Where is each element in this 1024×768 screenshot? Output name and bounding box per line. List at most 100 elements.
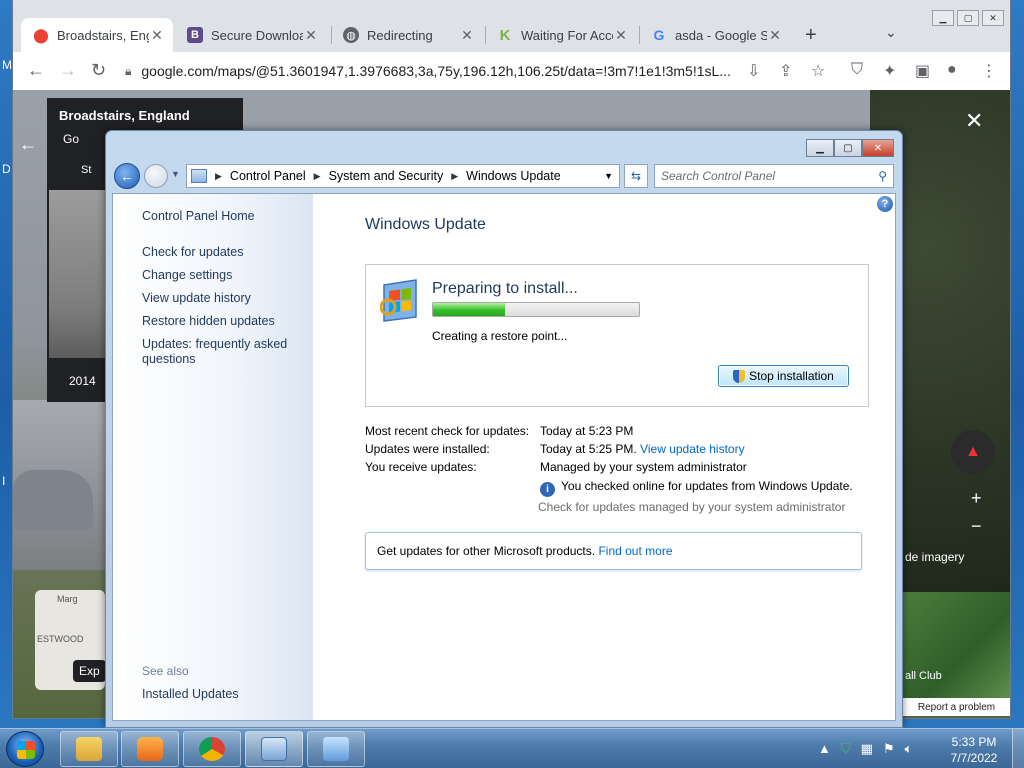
- tab-redirecting[interactable]: ◍ Redirecting ✕: [331, 18, 483, 52]
- breadcrumb[interactable]: ▶ Control Panel ▶ System and Security ▶ …: [186, 164, 620, 188]
- security-shield-icon[interactable]: ⛉: [841, 741, 851, 757]
- breadcrumb-item[interactable]: Windows Update: [466, 169, 561, 183]
- report-problem-link[interactable]: Report a problem: [903, 698, 1010, 716]
- chevron-right-icon[interactable]: ▶: [215, 171, 222, 182]
- windows-update-icon: [380, 279, 417, 322]
- show-desktop-button[interactable]: [1012, 729, 1024, 768]
- taskbar-media-player[interactable]: [121, 731, 179, 767]
- zoom-in-icon[interactable]: +: [971, 488, 982, 509]
- reload-icon[interactable]: ↻: [91, 60, 106, 81]
- timeline-year: 2014: [69, 374, 96, 388]
- stop-installation-button[interactable]: Stop installation: [718, 365, 849, 387]
- tab-secure-download[interactable]: B Secure Downloa ✕: [175, 18, 327, 52]
- close-tab-icon[interactable]: ✕: [149, 27, 165, 44]
- forward-arrow-icon[interactable]: →: [59, 60, 77, 81]
- chevron-down-icon[interactable]: ▼: [604, 171, 613, 181]
- tab-title: asda - Google Se: [675, 27, 767, 43]
- action-center-flag-icon[interactable]: ⚑: [883, 741, 895, 757]
- chevron-up-icon[interactable]: ▲: [818, 741, 831, 757]
- imagery-toggle[interactable]: de imagery: [905, 550, 964, 564]
- back-arrow-icon[interactable]: ←: [27, 60, 45, 81]
- forward-arrow-icon[interactable]: [144, 164, 168, 188]
- close-tab-icon[interactable]: ✕: [613, 27, 629, 44]
- get-updates-banner: Get updates for other Microsoft products…: [365, 532, 862, 570]
- view-update-history-link[interactable]: View update history: [142, 291, 251, 306]
- minimize-icon[interactable]: ▁: [806, 139, 834, 157]
- back-arrow-icon[interactable]: ←: [19, 134, 37, 155]
- shield-extension-icon[interactable]: ⛉: [851, 61, 863, 79]
- close-icon[interactable]: ✕: [965, 108, 983, 134]
- map-label: Marg: [57, 594, 78, 604]
- info-label: Most recent check for updates:: [365, 424, 530, 438]
- check-for-updates-link[interactable]: Check for updates: [142, 245, 243, 260]
- aerial-thumbnail[interactable]: all Club: [903, 592, 1010, 698]
- faq-link[interactable]: Updates: frequently asked questions: [142, 337, 292, 367]
- map-label: ESTWOOD: [37, 634, 84, 644]
- recent-pages-icon[interactable]: ▼: [171, 169, 180, 179]
- installed-time: Today at 5:25 PM.: [540, 442, 637, 456]
- new-tab-icon[interactable]: +: [805, 24, 817, 47]
- control-panel-home-link[interactable]: Control Panel Home: [142, 209, 255, 224]
- start-button[interactable]: [6, 731, 44, 767]
- taskbar-explorer[interactable]: [60, 731, 118, 767]
- close-tab-icon[interactable]: ✕: [767, 27, 783, 44]
- close-icon[interactable]: ✕: [982, 10, 1004, 26]
- expand-map-button[interactable]: Exp: [73, 660, 106, 682]
- online-note: i You checked online for updates from Win…: [540, 479, 853, 497]
- tab-waiting[interactable]: K Waiting For Acce ✕: [485, 18, 637, 52]
- kebab-menu-icon[interactable]: ⋮: [981, 61, 997, 81]
- profile-avatar-icon[interactable]: ●: [947, 61, 957, 79]
- taskbar-chrome[interactable]: [183, 731, 241, 767]
- taskbar-control-panel[interactable]: [245, 731, 303, 767]
- maximize-icon[interactable]: ▢: [834, 139, 862, 157]
- chevron-right-icon[interactable]: ▶: [314, 171, 321, 182]
- address-bar[interactable]: 🔒︎ google.com/maps/@51.3601947,1.3976683…: [125, 56, 765, 86]
- back-arrow-icon[interactable]: ←: [114, 163, 140, 189]
- chevron-right-icon[interactable]: ▶: [451, 171, 458, 182]
- installed-updates-link[interactable]: Installed Updates: [142, 687, 239, 702]
- desktop-icon-label: M: [2, 58, 12, 72]
- restore-hidden-updates-link[interactable]: Restore hidden updates: [142, 314, 275, 329]
- volume-icon[interactable]: 🔈︎: [905, 741, 913, 757]
- tab-maps[interactable]: ⬤ Broadstairs, Engl ✕: [21, 18, 173, 52]
- tab-asda-search[interactable]: G asda - Google Se ✕: [639, 18, 791, 52]
- place-title: Broadstairs, England: [59, 108, 190, 123]
- chevron-down-icon[interactable]: ⌄: [885, 24, 897, 41]
- chrome-icon: [199, 737, 225, 761]
- info-label: Updates were installed:: [365, 442, 490, 456]
- search-icon[interactable]: ⚲: [878, 169, 887, 183]
- extensions-icon[interactable]: ✦: [883, 61, 896, 81]
- view-update-history-link[interactable]: View update history: [640, 442, 745, 456]
- change-settings-link[interactable]: Change settings: [142, 268, 232, 283]
- tab-title: Secure Downloa: [211, 27, 303, 43]
- zoom-out-icon[interactable]: −: [971, 516, 982, 537]
- info-value: Today at 5:23 PM: [540, 424, 634, 438]
- taskbar-windows-update[interactable]: [307, 731, 365, 767]
- clock[interactable]: 5:33 PM 7/7/2022: [946, 734, 1002, 766]
- network-icon[interactable]: ▦: [861, 741, 873, 757]
- minimize-icon[interactable]: ▁: [932, 10, 954, 26]
- breadcrumb-item[interactable]: Control Panel: [230, 169, 306, 183]
- page-title: Windows Update: [365, 216, 486, 233]
- windows-logo-icon: [17, 741, 35, 759]
- close-tab-icon[interactable]: ✕: [459, 27, 475, 44]
- find-out-more-link[interactable]: Find out more: [598, 544, 672, 558]
- search-input[interactable]: Search Control Panel ⚲: [654, 164, 894, 188]
- maximize-icon[interactable]: ▢: [957, 10, 979, 26]
- tab-strip: ⬤ Broadstairs, Engl ✕ B Secure Downloa ✕…: [13, 0, 1010, 52]
- bookmark-star-icon[interactable]: ☆: [811, 61, 825, 81]
- refresh-icon[interactable]: ⇆: [624, 164, 648, 188]
- tab-title: Waiting For Acce: [521, 27, 613, 43]
- close-icon[interactable]: ✕: [862, 139, 894, 157]
- close-tab-icon[interactable]: ✕: [303, 27, 319, 44]
- media-player-icon: [137, 737, 163, 761]
- help-icon[interactable]: ?: [877, 196, 893, 212]
- tab-title: Broadstairs, Engl: [57, 27, 149, 43]
- main-pane: ? Windows Update Preparing to install...…: [313, 194, 897, 720]
- share-icon[interactable]: ⇪: [779, 61, 792, 81]
- install-app-icon[interactable]: ⇩: [747, 61, 760, 81]
- window-controls: ▁ ▢ ✕: [932, 10, 1004, 26]
- compass-icon[interactable]: ▲: [951, 430, 995, 474]
- side-panel-icon[interactable]: ▣: [915, 61, 930, 81]
- breadcrumb-item[interactable]: System and Security: [329, 169, 444, 183]
